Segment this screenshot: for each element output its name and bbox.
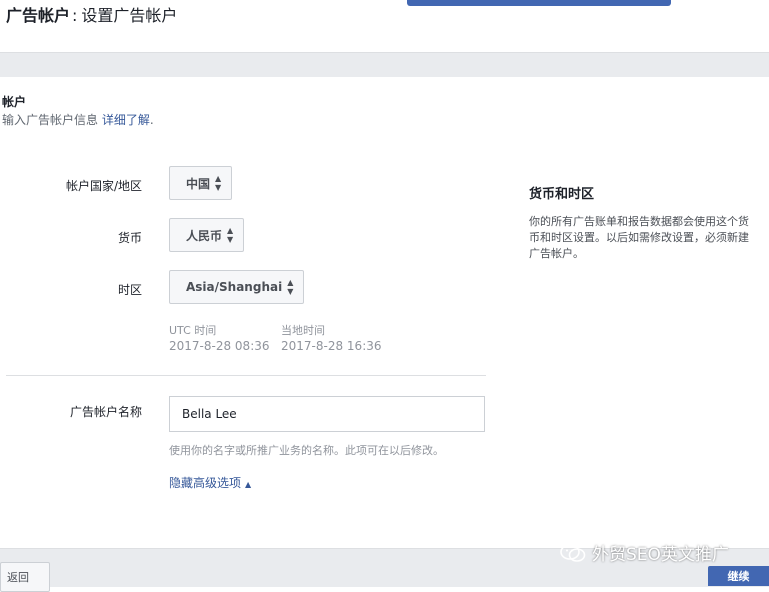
learn-more-link[interactable]: 详细了解 (102, 113, 150, 127)
section-subtitle-text: 输入广告帐户信息 (2, 113, 99, 127)
currency-select-value: 人民币 (186, 228, 223, 243)
section-subtitle-period: . (149, 113, 154, 127)
continue-button[interactable]: 继续 (708, 566, 769, 586)
divider (6, 375, 486, 376)
page-title-strong: 广告帐户 (6, 6, 71, 25)
top-accent-bar (407, 0, 671, 6)
country-select[interactable]: 中国 ▲ ▼ (169, 166, 233, 200)
section-subtitle: 输入广告帐户信息 详细了解. (2, 111, 154, 128)
country-label: 帐户国家/地区 (65, 179, 142, 193)
utc-time-label: UTC 时间 (169, 324, 217, 337)
top-bar: 广告帐户: 设置广告帐户 (0, 0, 769, 53)
watermark: 外贸SEO英文推广 (559, 540, 729, 565)
timezone-select[interactable]: Asia/Shanghai ▲ ▼ (169, 270, 305, 304)
back-button[interactable]: 返回 (0, 562, 50, 592)
country-select-value: 中国 (186, 176, 211, 191)
wechat-icon (560, 543, 586, 562)
watermark-text: 外贸SEO英文推广 (592, 545, 729, 565)
currency-label: 货币 (117, 231, 142, 245)
page-title-rest: 设置广告帐户 (81, 6, 178, 25)
account-name-label: 广告帐户名称 (69, 405, 142, 419)
sort-caret-icon: ▲ ▼ (287, 278, 294, 296)
sort-caret-icon: ▲ ▼ (227, 226, 234, 244)
sidebar-title: 货币和时区 (529, 187, 595, 202)
sort-caret-icon: ▲ ▼ (215, 174, 222, 192)
timezone-select-value: Asia/Shanghai (186, 280, 283, 294)
currency-select[interactable]: 人民币 ▲ ▼ (169, 218, 245, 252)
hide-advanced-options-label: 隐藏高级选项 (169, 476, 242, 490)
page-title: 广告帐户: 设置广告帐户 (6, 2, 177, 26)
caret-up-icon: ▲ (245, 480, 252, 489)
account-name-hint: 使用你的名字或所推广业务的名称。此项可在以后修改。 (169, 444, 444, 457)
page-title-separator: : (72, 6, 78, 25)
section-title: 帐户 (2, 95, 27, 109)
sidebar-body: 你的所有广告账单和报告数据都会使用这个货币和时区设置。以后如需修改设置，必须新建… (529, 215, 749, 260)
form-panel: 帐户 输入广告帐户信息 详细了解. 帐户国家/地区 中国 ▲ ▼ 货币 人民币 ▲… (0, 77, 769, 548)
account-name-input[interactable]: Bella Lee (169, 396, 485, 432)
gray-band (0, 53, 769, 77)
local-time-label: 当地时间 (281, 324, 325, 337)
utc-time-value: 2017-8-28 08:36 (169, 339, 270, 353)
timezone-label: 时区 (117, 283, 142, 297)
hide-advanced-options-link[interactable]: 隐藏高级选项 ▲ (169, 474, 251, 491)
local-time-value: 2017-8-28 16:36 (281, 339, 382, 353)
